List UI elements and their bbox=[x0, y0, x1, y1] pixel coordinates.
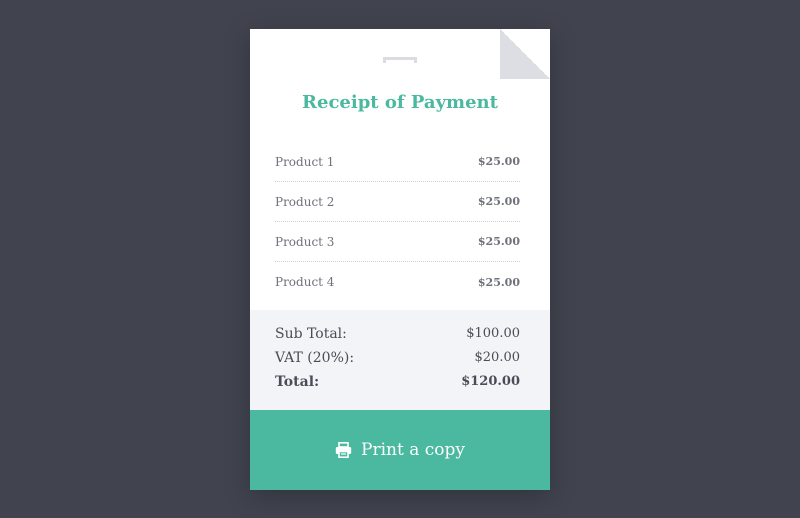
vat-row: VAT (20%): $20.00 bbox=[275, 346, 520, 370]
receipt-card: Receipt of Payment Product 1 $25.00 Prod… bbox=[250, 29, 550, 490]
item-price: $25.00 bbox=[477, 195, 520, 208]
item-name: Product 1 bbox=[275, 154, 335, 169]
subtotal-label: Sub Total: bbox=[275, 326, 347, 342]
page: Receipt of Payment Product 1 $25.00 Prod… bbox=[0, 0, 800, 518]
print-button[interactable]: Print a copy bbox=[250, 410, 550, 490]
totals-panel: Sub Total: $100.00 VAT (20%): $20.00 Tot… bbox=[250, 310, 550, 410]
item-price: $25.00 bbox=[477, 155, 520, 168]
list-item: Product 2 $25.00 bbox=[275, 182, 520, 222]
list-item: Product 1 $25.00 bbox=[275, 142, 520, 182]
total-value: $120.00 bbox=[461, 374, 520, 389]
item-name: Product 4 bbox=[275, 275, 335, 289]
subtotal-row: Sub Total: $100.00 bbox=[275, 322, 520, 346]
total-row: Total: $120.00 bbox=[275, 370, 520, 394]
subtotal-value: $100.00 bbox=[466, 326, 520, 341]
item-price: $25.00 bbox=[477, 275, 520, 289]
line-items-list: Product 1 $25.00 Product 2 $25.00 Produc… bbox=[275, 142, 520, 302]
list-item: Product 4 $25.00 bbox=[275, 262, 520, 302]
item-name: Product 2 bbox=[275, 194, 335, 209]
total-label: Total: bbox=[275, 374, 320, 390]
printer-icon bbox=[335, 442, 352, 458]
folded-corner bbox=[500, 29, 550, 79]
item-price: $25.00 bbox=[477, 235, 520, 248]
receipt-title: Receipt of Payment bbox=[302, 92, 498, 113]
vat-value: $20.00 bbox=[474, 350, 521, 365]
item-name: Product 3 bbox=[275, 234, 335, 249]
print-button-label: Print a copy bbox=[361, 440, 465, 460]
vat-label: VAT (20%): bbox=[275, 350, 355, 366]
clip-icon bbox=[383, 57, 417, 63]
list-item: Product 3 $25.00 bbox=[275, 222, 520, 262]
